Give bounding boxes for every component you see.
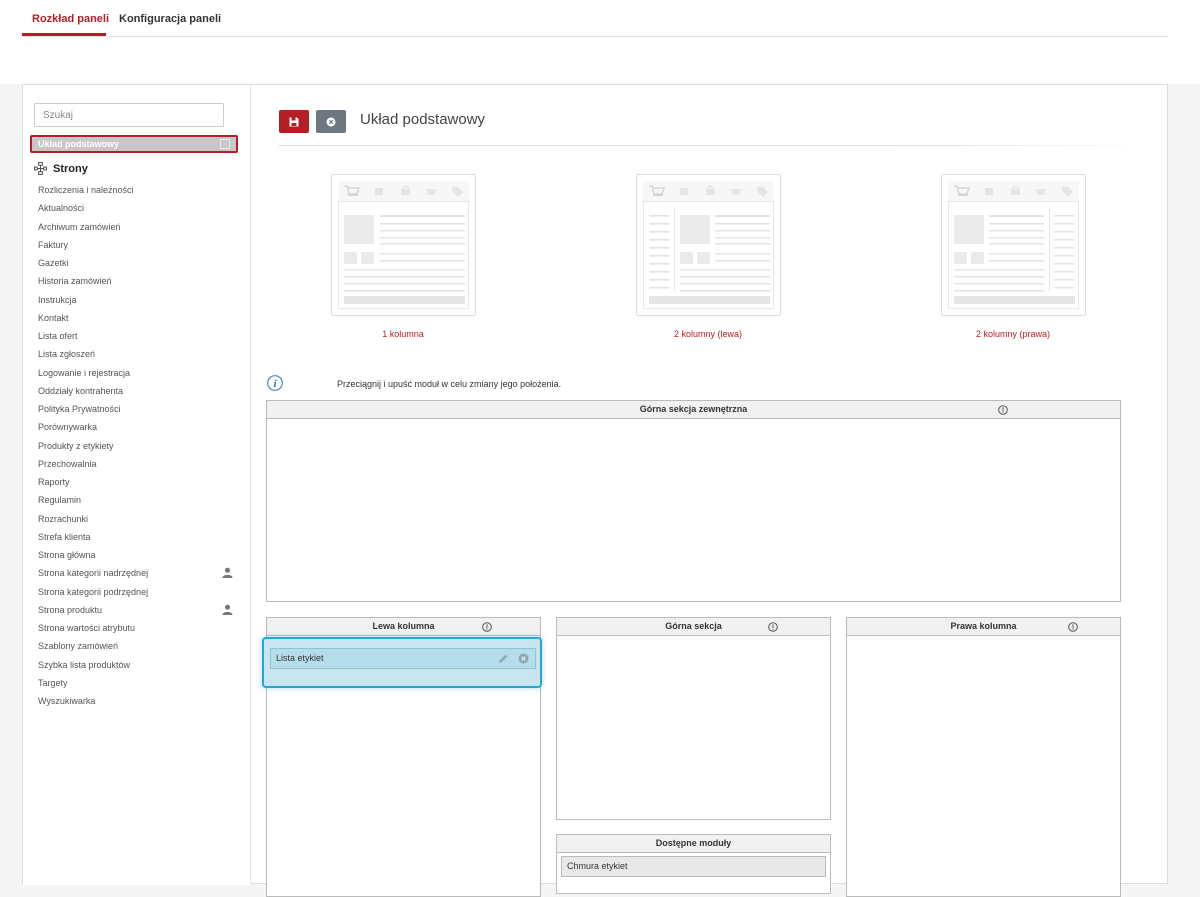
layout-option-1-column[interactable]	[331, 174, 476, 316]
page-item[interactable]: Wyszukiwarka	[38, 694, 238, 712]
page-item[interactable]: Oddziały kontrahenta	[38, 384, 238, 402]
page-item[interactable]: Lista ofert	[38, 329, 238, 347]
layout-1-column-thumbnail-icon	[338, 181, 469, 309]
page-item[interactable]: Rozliczenia i należności	[38, 183, 238, 201]
section-title: Prawa kolumna	[950, 621, 1017, 631]
section-title: Lewa kolumna	[372, 621, 435, 631]
section-header: Dostępne moduły	[557, 835, 830, 853]
layout-editor: Układ podstawowy 1 kolumna 2 kolumny (le…	[251, 85, 1169, 897]
page-item[interactable]: Gazetki	[38, 256, 238, 274]
layout-option-2-columns-right-label[interactable]: 2 kolumny (prawa)	[913, 329, 1113, 339]
section-header: Górna sekcja	[557, 618, 830, 636]
info-circle-icon[interactable]	[482, 622, 492, 632]
user-icon	[222, 567, 233, 579]
top-bar: Rozkład paneli Konfiguracja paneli	[0, 0, 1200, 84]
layout-option-1-column-label[interactable]: 1 kolumna	[303, 329, 503, 339]
layout-option-2-columns-right[interactable]	[941, 174, 1086, 316]
section-title: Górna sekcja zewnętrzna	[639, 404, 748, 414]
page-item[interactable]: Instrukcja	[38, 293, 238, 311]
page-item[interactable]: Przechowalnia	[38, 457, 238, 475]
user-icon	[222, 604, 233, 615]
page-item[interactable]: Strona wartości atrybutu	[38, 621, 238, 639]
pencil-icon[interactable]	[498, 653, 509, 664]
page-item[interactable]: Strona główna	[38, 548, 238, 566]
page-item[interactable]: Strona produktu	[38, 603, 238, 621]
page-item[interactable]: Rozrachunki	[38, 512, 238, 530]
layout-2-columns-right-thumbnail-icon	[948, 181, 1079, 309]
page-item[interactable]: Strefa klienta	[38, 530, 238, 548]
page-item[interactable]: Lista zgłoszeń	[38, 347, 238, 365]
section-title: Górna sekcja	[665, 621, 722, 631]
section-title: Dostępne moduły	[655, 838, 732, 848]
layout-option-2-columns-left-label[interactable]: 2 kolumny (lewa)	[608, 329, 808, 339]
active-tab-indicator	[22, 33, 106, 36]
right-column-section[interactable]: Prawa kolumna	[846, 617, 1121, 897]
sitemap-icon	[34, 162, 47, 175]
page-item[interactable]: Raporty	[38, 475, 238, 493]
page-item[interactable]: Szablony zamówień	[38, 639, 238, 657]
module-drop-highlight: Lista etykiet	[262, 637, 542, 688]
page-item[interactable]: Kontakt	[38, 311, 238, 329]
info-circle-icon[interactable]	[768, 622, 778, 632]
page-item[interactable]: Porównywarka	[38, 420, 238, 438]
page-item[interactable]: Strona kategorii podrzędnej	[38, 585, 238, 603]
save-button[interactable]	[279, 110, 309, 133]
tab-bar: Rozkład paneli Konfiguracja paneli	[22, 0, 1168, 37]
cancel-button[interactable]	[316, 110, 346, 133]
page-item[interactable]: Faktury	[38, 238, 238, 256]
page-item[interactable]: Produkty z etykiety	[38, 439, 238, 457]
close-circle-icon[interactable]	[518, 653, 529, 664]
section-header: Górna sekcja zewnętrzna	[267, 401, 1120, 419]
selected-layout-item[interactable]: Układ podstawowy	[30, 135, 238, 153]
sidebar: Układ podstawowy Strony Rozliczenia i na…	[23, 85, 251, 885]
section-header: Lewa kolumna	[267, 618, 540, 636]
section-header: Prawa kolumna	[847, 618, 1120, 636]
layout-option-2-columns-left[interactable]	[636, 174, 781, 316]
search-input[interactable]	[34, 103, 224, 127]
page-title: Układ podstawowy	[360, 111, 486, 128]
info-circle-icon[interactable]	[998, 405, 1008, 415]
page-item[interactable]: Strona kategorii nadrzędnej	[38, 566, 238, 584]
close-circle-icon	[326, 117, 336, 126]
pages-group-label: Strony	[53, 162, 88, 175]
layout-2-columns-left-thumbnail-icon	[643, 181, 774, 309]
selected-layout-label: Układ podstawowy	[38, 139, 120, 149]
editor-frame: Układ podstawowy Strony Rozliczenia i na…	[22, 84, 1169, 897]
page-item[interactable]: Polityka Prywatności	[38, 402, 238, 420]
page-item[interactable]: Archiwum zamówień	[38, 220, 238, 238]
info-circle-icon[interactable]	[1068, 622, 1078, 632]
drag-drop-hint: Przeciągnij i upuść moduł w celu zmiany …	[337, 379, 562, 389]
module-item[interactable]: Lista etykiet	[270, 648, 536, 669]
pages-list: Rozliczenia i należności Aktualności Arc…	[38, 183, 238, 712]
tab-panel-layout[interactable]: Rozkład paneli	[32, 13, 109, 25]
pages-group-header[interactable]: Strony	[34, 162, 88, 175]
floppy-disk-icon	[289, 117, 299, 126]
available-modules-section: Dostępne moduły Chmura etykiet	[556, 834, 831, 894]
page-item[interactable]: Targety	[38, 676, 238, 694]
tab-panel-configuration[interactable]: Konfiguracja paneli	[119, 13, 221, 25]
available-module-item[interactable]: Chmura etykiet	[561, 856, 826, 877]
title-divider	[279, 145, 1159, 146]
top-outer-section[interactable]: Górna sekcja zewnętrzna	[266, 400, 1121, 602]
copy-icon[interactable]	[220, 139, 230, 149]
page-item[interactable]: Historia zamówień	[38, 274, 238, 292]
page-item[interactable]: Szybka lista produktów	[38, 658, 238, 676]
top-section[interactable]: Górna sekcja	[556, 617, 831, 820]
page-item[interactable]: Regulamin	[38, 493, 238, 511]
page-item[interactable]: Logowanie i rejestracja	[38, 366, 238, 384]
info-icon: i	[267, 375, 283, 391]
page-item[interactable]: Aktualności	[38, 201, 238, 219]
module-label: Lista etykiet	[276, 653, 324, 663]
